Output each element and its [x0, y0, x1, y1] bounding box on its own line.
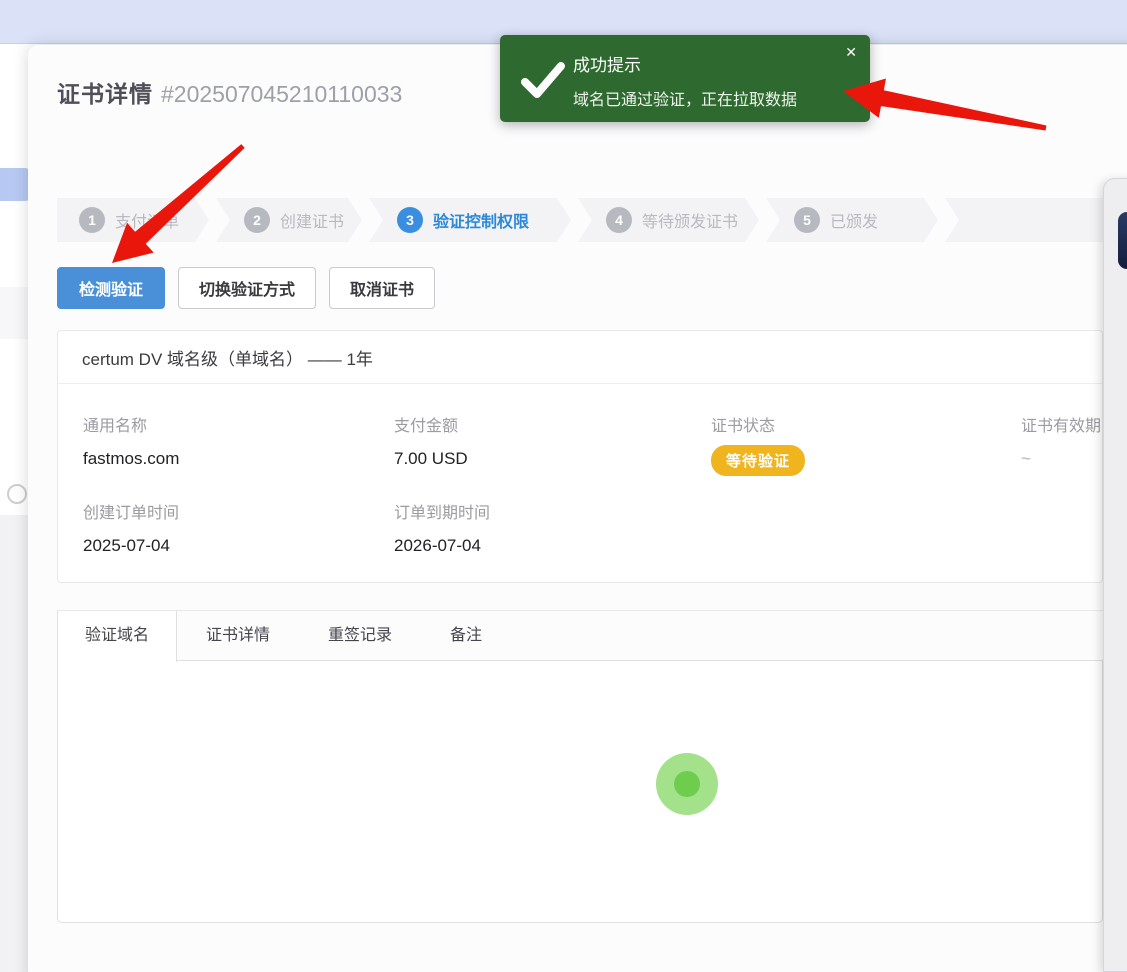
field-label: 证书有效期 [1021, 412, 1101, 436]
step-label: 支付订单 [115, 208, 179, 232]
check-icon [521, 62, 565, 103]
certificate-info-card: certum DV 域名级（单域名） —— 1年 通用名称 fastmos.co… [57, 330, 1103, 583]
background-row-band [0, 287, 28, 339]
close-icon[interactable]: ✕ [845, 44, 857, 61]
step-number-badge: 5 [794, 207, 820, 233]
field-payment-amount: 支付金额 7.00 USD [394, 412, 468, 469]
background-circle-icon [7, 484, 27, 504]
field-label: 订单到期时间 [394, 499, 490, 523]
step-label: 创建证书 [280, 208, 344, 232]
check-verification-button[interactable]: 检测验证 [57, 267, 165, 309]
certificate-detail-modal: 证书详情 #202507045210110033 1 支付订单 2 创建证书 3 … [28, 45, 1127, 972]
certificate-progress-stepper: 1 支付订单 2 创建证书 3 验证控制权限 4 等待颁发证书 5 已颁发 [57, 198, 1103, 242]
tab-notes[interactable]: 备注 [421, 611, 511, 662]
step-number-badge: 1 [79, 207, 105, 233]
step-issued: 5 已颁发 [766, 198, 938, 242]
action-button-row: 检测验证 切换验证方式 取消证书 [57, 267, 435, 309]
field-value: ~ [1021, 449, 1101, 469]
background-row-band [0, 515, 28, 972]
toast-title: 成功提示 [573, 51, 641, 76]
field-value: fastmos.com [83, 449, 179, 469]
tab-content-panel [57, 660, 1103, 923]
step-number-badge: 3 [397, 207, 423, 233]
stepper-filler [945, 198, 1103, 242]
product-name: certum DV 域名级（单域名） —— 1年 [58, 331, 1102, 384]
field-label: 支付金额 [394, 412, 468, 436]
cancel-certificate-button[interactable]: 取消证书 [329, 267, 435, 309]
success-toast: 成功提示 域名已通过验证，正在拉取数据 ✕ [500, 35, 870, 122]
side-peek-panel [1103, 178, 1127, 972]
modal-title-text: 证书详情 [57, 81, 153, 107]
step-number-badge: 4 [606, 207, 632, 233]
order-number: #202507045210110033 [161, 81, 402, 107]
field-order-created: 创建订单时间 2025-07-04 [83, 499, 179, 556]
loading-spinner-icon [656, 753, 718, 815]
side-panel-button[interactable] [1118, 212, 1127, 269]
field-order-expires: 订单到期时间 2026-07-04 [394, 499, 490, 556]
field-label: 证书状态 [711, 412, 805, 436]
field-common-name: 通用名称 fastmos.com [83, 412, 179, 469]
field-certificate-status: 证书状态 等待验证 [711, 412, 805, 476]
step-pay-order: 1 支付订单 [57, 198, 209, 242]
modal-title: 证书详情 #202507045210110033 [57, 75, 402, 109]
step-verify-control: 3 验证控制权限 [369, 198, 571, 242]
tab-verify-domain[interactable]: 验证域名 [57, 611, 177, 662]
detail-tabs: 验证域名 证书详情 重签记录 备注 [57, 610, 1103, 661]
step-number-badge: 2 [244, 207, 270, 233]
background-button-fragment [0, 168, 31, 201]
field-certificate-validity: 证书有效期 ~ [1021, 412, 1101, 469]
switch-verification-method-button[interactable]: 切换验证方式 [178, 267, 316, 309]
tab-reissue-history[interactable]: 重签记录 [299, 611, 421, 662]
field-label: 创建订单时间 [83, 499, 179, 523]
step-create-cert: 2 创建证书 [216, 198, 362, 242]
field-value: 2026-07-04 [394, 536, 490, 556]
field-value: 2025-07-04 [83, 536, 179, 556]
step-label: 已颁发 [830, 208, 878, 232]
toast-message: 域名已通过验证，正在拉取数据 [573, 86, 797, 110]
tab-cert-details[interactable]: 证书详情 [177, 611, 299, 662]
step-label: 等待颁发证书 [642, 208, 738, 232]
status-badge: 等待验证 [711, 445, 805, 476]
step-label: 验证控制权限 [433, 208, 529, 232]
step-wait-issue: 4 等待颁发证书 [578, 198, 759, 242]
field-value: 7.00 USD [394, 449, 468, 469]
loading-spinner-core [674, 771, 700, 797]
field-label: 通用名称 [83, 412, 179, 436]
